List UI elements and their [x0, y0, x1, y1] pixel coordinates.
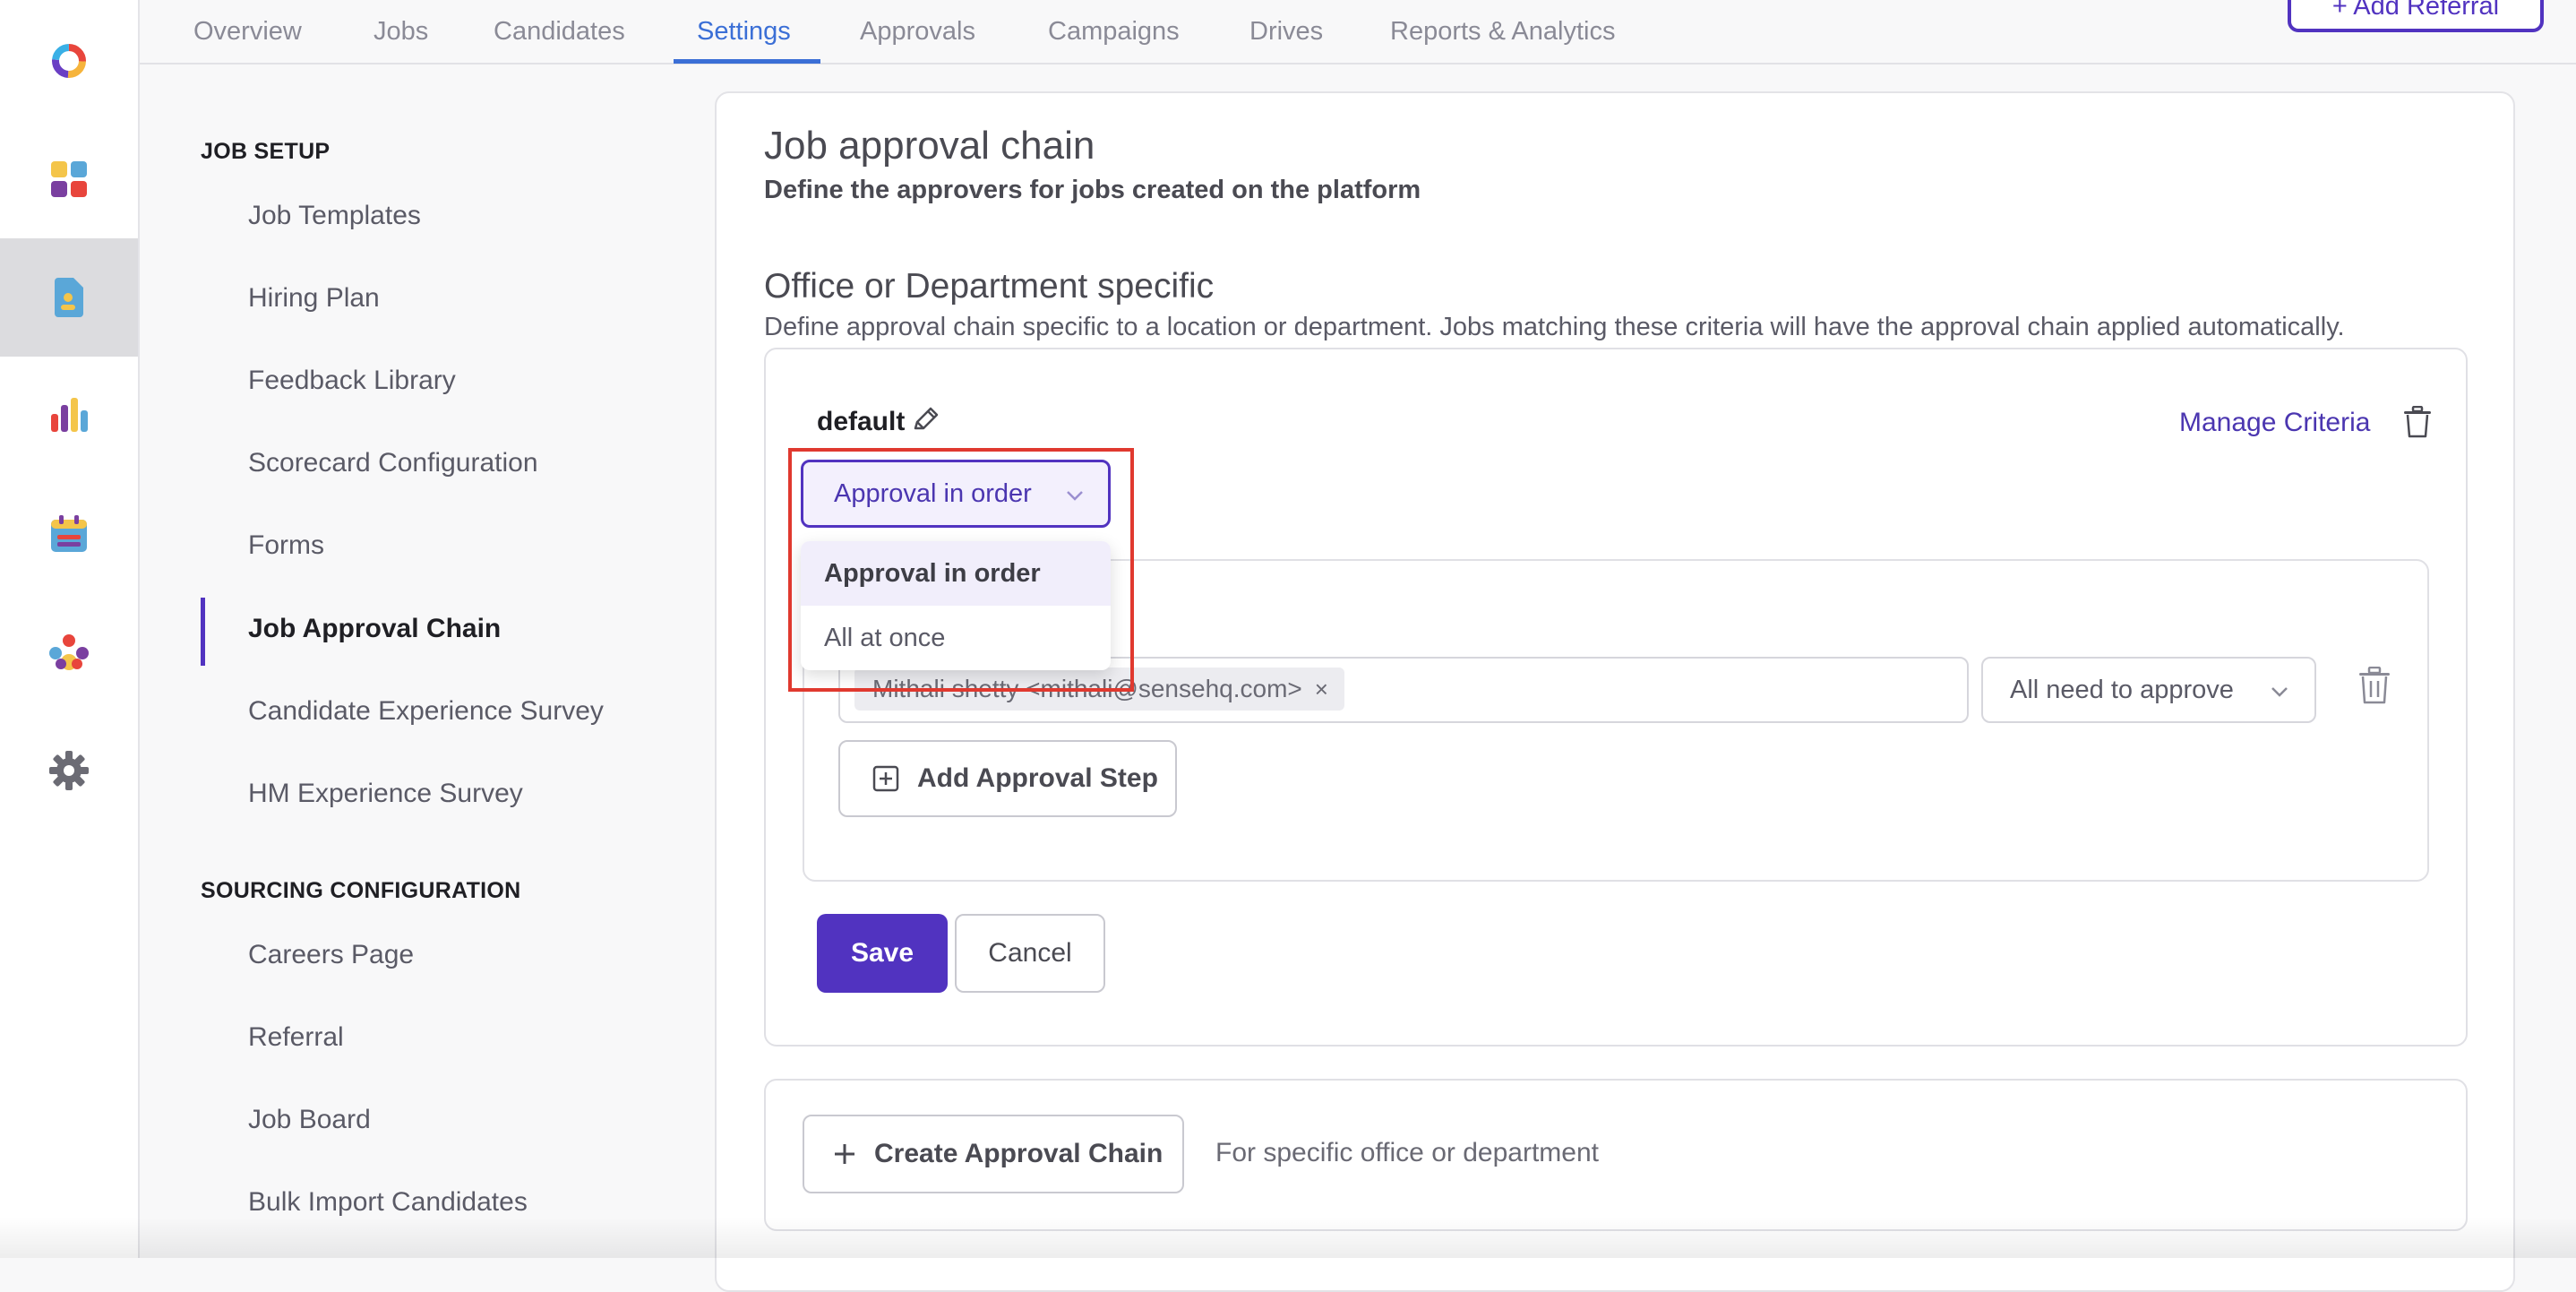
- edit-pencil-icon[interactable]: [910, 405, 940, 440]
- sidebar-item-job-templates[interactable]: Job Templates: [248, 201, 421, 231]
- active-tab-indicator: [674, 59, 820, 64]
- job-setup-heading: JOB SETUP: [201, 139, 331, 164]
- page-subtitle: Define the approvers for jobs created on…: [764, 176, 1421, 204]
- delete-chain-trash-icon[interactable]: [2403, 405, 2432, 443]
- create-approval-chain-button[interactable]: Create Approval Chain: [803, 1115, 1184, 1193]
- sidebar-active-indicator: [201, 598, 205, 666]
- dashboard-grid-icon[interactable]: [0, 120, 138, 238]
- delete-step-trash-icon[interactable]: [2358, 666, 2391, 709]
- tab-reports-analytics[interactable]: Reports & Analytics: [1390, 0, 1615, 63]
- section-description: Define approval chain specific to a loca…: [764, 313, 2345, 341]
- approval-rule-select[interactable]: All need to approve: [1981, 657, 2316, 723]
- add-referral-button[interactable]: + Add Referral: [2288, 0, 2544, 32]
- tab-drives[interactable]: Drives: [1249, 0, 1323, 63]
- tab-candidates[interactable]: Candidates: [494, 0, 625, 63]
- calendar-icon[interactable]: [0, 475, 138, 593]
- chevron-down-icon: [2271, 687, 2288, 697]
- tab-approvals[interactable]: Approvals: [860, 0, 975, 63]
- sidebar-item-job-board[interactable]: Job Board: [248, 1105, 371, 1135]
- add-approval-step-button[interactable]: Add Approval Step: [838, 740, 1177, 817]
- plus-square-icon: [872, 765, 899, 792]
- app-rail: [0, 0, 140, 1258]
- remove-approver-icon[interactable]: ×: [1315, 676, 1328, 703]
- settings-gear-icon[interactable]: [0, 711, 138, 830]
- menu-option-approval-in-order[interactable]: Approval in order: [801, 541, 1111, 606]
- manage-criteria-link[interactable]: Manage Criteria: [2179, 408, 2370, 438]
- approver-chip-label: Mithali shetty <mithali@sensehq.com>: [872, 675, 1302, 702]
- sidebar-item-careers-page[interactable]: Careers Page: [248, 940, 414, 970]
- sidebar-item-hiring-plan[interactable]: Hiring Plan: [248, 283, 380, 314]
- sidebar-item-hm-experience-survey[interactable]: HM Experience Survey: [248, 779, 523, 809]
- sidebar-item-bulk-import-candidates[interactable]: Bulk Import Candidates: [248, 1187, 528, 1218]
- save-button[interactable]: Save: [817, 914, 948, 993]
- sidebar-item-job-approval-chain[interactable]: Job Approval Chain: [248, 614, 501, 644]
- people-network-icon[interactable]: [0, 593, 138, 711]
- bottom-shadow: [0, 1217, 2576, 1258]
- approval-mode-menu: Approval in order All at once: [801, 541, 1111, 670]
- tab-overview[interactable]: Overview: [193, 0, 302, 63]
- sourcing-configuration-heading: SOURCING CONFIGURATION: [201, 878, 521, 903]
- sidebar-item-forms[interactable]: Forms: [248, 530, 324, 561]
- approver-chip: Mithali shetty <mithali@sensehq.com> ×: [854, 668, 1344, 711]
- sidebar-item-scorecard-configuration[interactable]: Scorecard Configuration: [248, 448, 538, 478]
- tab-campaigns[interactable]: Campaigns: [1048, 0, 1180, 63]
- menu-option-all-at-once[interactable]: All at once: [801, 606, 1111, 670]
- tab-settings[interactable]: Settings: [697, 0, 791, 63]
- approval-mode-select[interactable]: Approval in order: [801, 460, 1111, 528]
- chevron-down-icon: [1067, 491, 1083, 501]
- page-title: Job approval chain: [764, 124, 1095, 168]
- sidebar-item-candidate-experience-survey[interactable]: Candidate Experience Survey: [248, 696, 604, 727]
- analytics-bars-icon[interactable]: [0, 357, 138, 475]
- plus-icon: [835, 1144, 854, 1164]
- cancel-button[interactable]: Cancel: [955, 914, 1105, 993]
- section-title: Office or Department specific: [764, 267, 1215, 306]
- create-chain-hint: For specific office or department: [1215, 1138, 1599, 1167]
- chain-name: default: [817, 407, 906, 436]
- sidebar-item-referral[interactable]: Referral: [248, 1022, 344, 1053]
- add-approval-step-label: Add Approval Step: [917, 763, 1158, 793]
- sidebar-item-feedback-library[interactable]: Feedback Library: [248, 366, 456, 396]
- approval-rule-value: All need to approve: [2010, 675, 2234, 704]
- job-document-icon[interactable]: [0, 238, 138, 357]
- app-logo-icon[interactable]: [0, 2, 138, 120]
- tab-jobs[interactable]: Jobs: [374, 0, 428, 63]
- create-approval-chain-label: Create Approval Chain: [874, 1139, 1163, 1168]
- approval-mode-value: Approval in order: [834, 478, 1032, 508]
